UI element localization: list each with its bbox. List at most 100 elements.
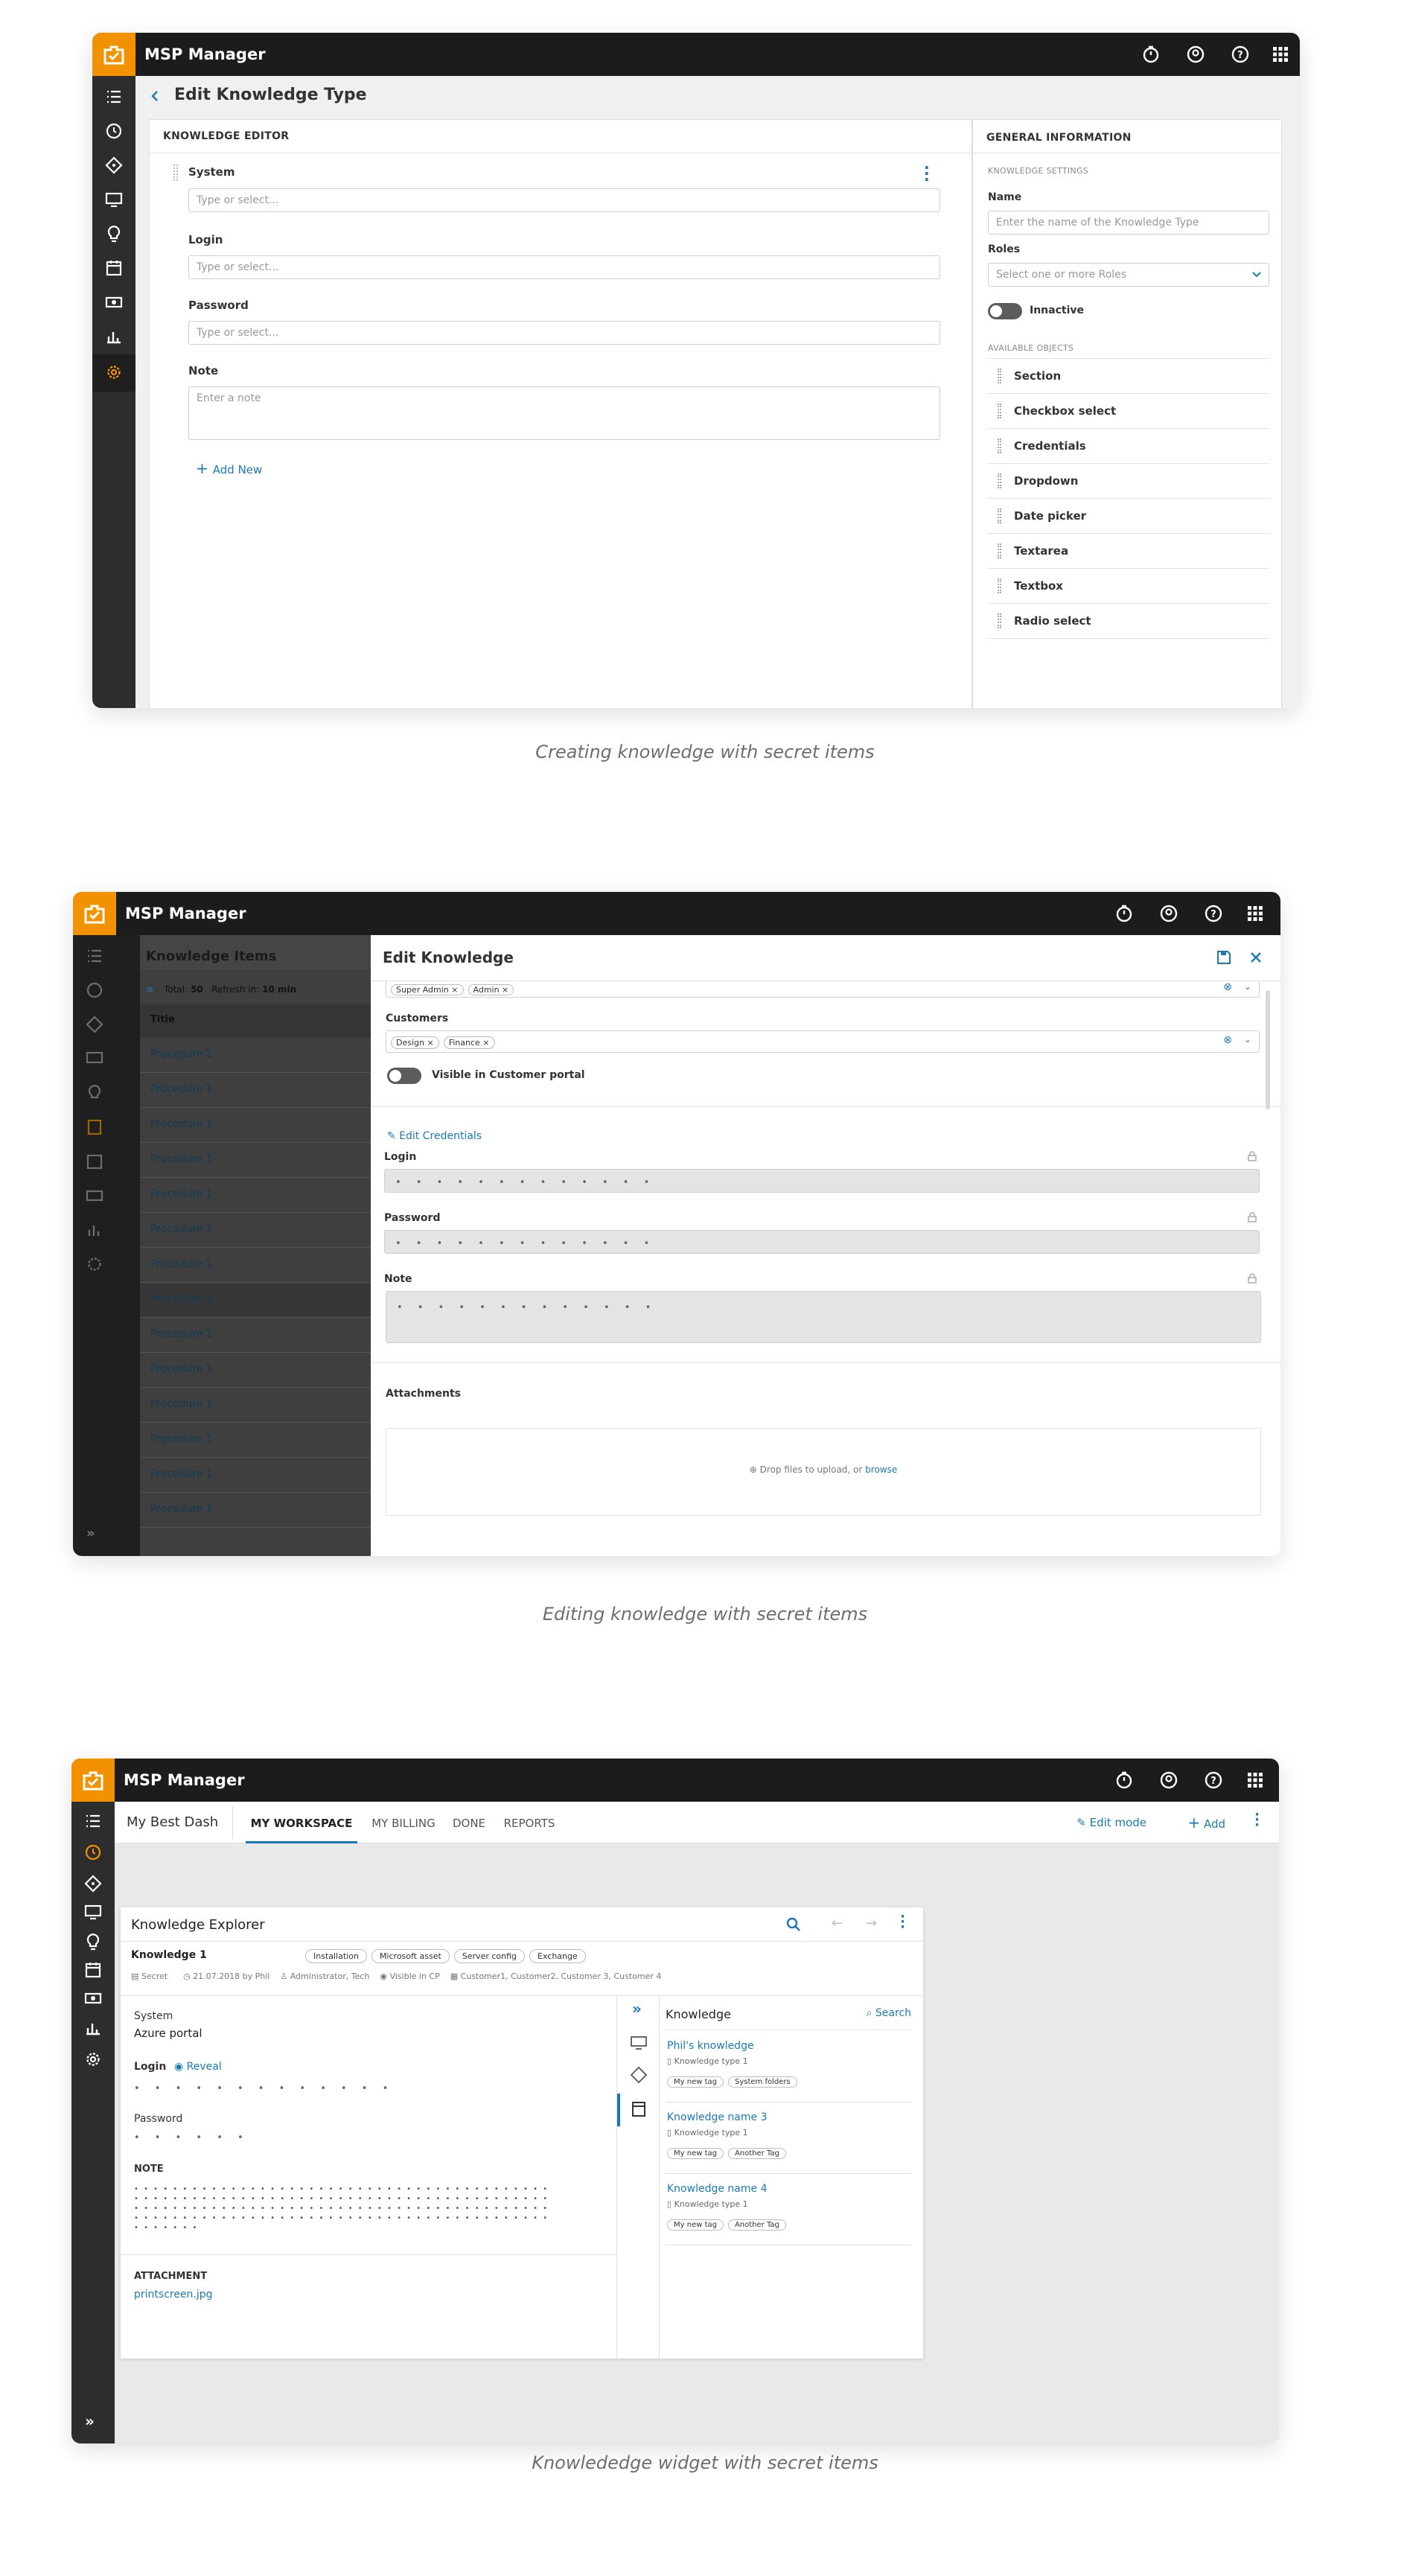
clock-icon[interactable] (105, 122, 123, 140)
system-input[interactable]: Type or select... (188, 188, 940, 212)
chevron-down-icon[interactable]: ⌄ (1244, 1034, 1251, 1045)
inactive-toggle[interactable] (988, 303, 1022, 319)
save-icon[interactable] (1216, 950, 1231, 965)
scrollbar[interactable] (1266, 990, 1270, 1109)
back-chevron-icon[interactable] (149, 89, 162, 103)
note-textarea[interactable]: Enter a note (188, 386, 940, 440)
timer-icon[interactable] (1142, 45, 1160, 63)
forward-arrow-icon[interactable]: → (866, 1916, 877, 1931)
tag[interactable]: Another Tag (727, 2148, 786, 2159)
list-icon[interactable] (105, 88, 123, 106)
login-input[interactable]: Type or select... (188, 255, 940, 279)
user-icon[interactable] (1187, 45, 1205, 63)
close-icon[interactable] (1249, 951, 1263, 964)
roles-multiselect[interactable]: Super Admin × Admin × ⊗ ⌄ (386, 981, 1260, 998)
tag[interactable]: Installation (305, 1949, 367, 1963)
expand-sidebar-icon[interactable]: » (85, 2412, 95, 2430)
reports-icon[interactable] (84, 2019, 102, 2037)
object-checkbox-select[interactable]: Checkbox select (988, 394, 1269, 429)
clock-icon[interactable] (84, 1843, 102, 1861)
add-new-link[interactable]: + Add New (196, 459, 262, 477)
app-logo[interactable] (92, 33, 135, 76)
object-date-picker[interactable]: Date picker (988, 499, 1269, 534)
item-title-link[interactable]: Knowledge name 4 (667, 2183, 767, 2195)
roles-select[interactable]: Select one or more Roles (988, 263, 1269, 287)
tag[interactable]: System folders (727, 2076, 797, 2088)
lightbulb-icon[interactable] (105, 225, 123, 243)
knowledge-icon[interactable] (631, 2101, 647, 2117)
help-icon[interactable]: ? (1205, 905, 1222, 922)
edit-credentials-link[interactable]: ✎ Edit Credentials (387, 1130, 482, 1142)
more-options-icon[interactable]: · · · (900, 1910, 905, 1934)
clear-icon[interactable]: ⊗ (1223, 981, 1232, 993)
more-options-icon[interactable]: · · · (924, 160, 930, 187)
lightbulb-icon[interactable] (84, 1933, 102, 1951)
object-dropdown[interactable]: Dropdown (988, 464, 1269, 499)
tag[interactable]: My new tag (667, 2219, 724, 2231)
calendar-icon[interactable] (84, 1961, 102, 1979)
timer-icon[interactable] (1115, 905, 1133, 922)
object-section[interactable]: Section (988, 359, 1269, 394)
add-button[interactable]: + Add (1187, 1814, 1225, 1831)
object-radio-select[interactable]: Radio select (988, 604, 1269, 639)
ticket-icon[interactable] (84, 1875, 102, 1893)
reveal-button[interactable]: ◉ Reveal (174, 2061, 222, 2073)
search-button[interactable]: ⌕ Search (867, 2007, 911, 2019)
ticket-icon[interactable] (631, 2067, 647, 2083)
tab-my-workspace[interactable]: MY WORKSPACE (246, 1802, 357, 1843)
tag[interactable]: Another Tag (727, 2219, 786, 2231)
list-item[interactable]: Knowledge name 3 ▯ Knowledge type 1 My n… (666, 2102, 911, 2174)
edit-mode-button[interactable]: ✎ Edit mode (1076, 1816, 1146, 1829)
chevron-down-icon[interactable]: ⌄ (1244, 981, 1251, 992)
billing-icon[interactable] (84, 1989, 102, 2007)
tag[interactable]: My new tag (667, 2148, 724, 2159)
timer-icon[interactable] (1115, 1771, 1133, 1789)
app-logo[interactable] (73, 892, 116, 935)
tab-done[interactable]: DONE (447, 1802, 491, 1843)
customers-multiselect[interactable]: Design × Finance × ⊗ ⌄ (386, 1030, 1260, 1053)
ticket-icon[interactable] (105, 156, 123, 174)
list-item[interactable]: Phil's knowledge ▯ Knowledge type 1 My n… (666, 2031, 911, 2102)
file-dropzone[interactable]: ⊕ Drop files to upload, or browse (386, 1428, 1261, 1516)
tab-my-billing[interactable]: MY BILLING (366, 1802, 441, 1843)
clear-icon[interactable]: ⊗ (1223, 1034, 1232, 1046)
tag[interactable]: My new tag (667, 2076, 724, 2088)
collapse-icon[interactable]: » (632, 2000, 642, 2018)
object-credentials[interactable]: Credentials (988, 429, 1269, 464)
user-icon[interactable] (1160, 905, 1178, 922)
user-icon[interactable] (1160, 1771, 1178, 1789)
billing-icon[interactable] (105, 293, 123, 311)
password-input[interactable]: Type or select... (188, 321, 940, 345)
monitor-icon[interactable] (84, 1903, 102, 1921)
browse-link[interactable]: browse (865, 1464, 897, 1475)
back-arrow-icon[interactable]: ← (832, 1916, 843, 1931)
drag-handle[interactable] (173, 165, 178, 181)
search-icon[interactable] (786, 1917, 801, 1932)
object-textarea[interactable]: Textarea (988, 534, 1269, 569)
monitor-icon[interactable] (105, 191, 123, 208)
dashboard-name[interactable]: My Best Dash (127, 1814, 218, 1830)
calendar-icon[interactable] (105, 259, 123, 277)
more-options-icon[interactable]: · · · (1254, 1808, 1260, 1832)
app-logo[interactable] (71, 1759, 115, 1802)
list-icon[interactable] (84, 1812, 102, 1830)
item-title-link[interactable]: Knowledge name 3 (667, 2111, 767, 2123)
monitor-icon[interactable] (631, 2035, 647, 2050)
help-icon[interactable]: ? (1205, 1771, 1222, 1789)
name-input[interactable]: Enter the name of the Knowledge Type (988, 211, 1269, 235)
attachment-file-link[interactable]: printscreen.jpg (134, 2289, 213, 2301)
visible-in-portal-toggle[interactable] (387, 1068, 421, 1084)
tag[interactable]: Microsoft asset (371, 1949, 450, 1963)
help-icon[interactable]: ? (1231, 45, 1249, 63)
apps-grid-icon[interactable] (1246, 1771, 1264, 1789)
settings-icon[interactable] (84, 2050, 102, 2068)
tag[interactable]: Exchange (529, 1949, 586, 1963)
tag[interactable]: Server config (453, 1949, 526, 1963)
apps-grid-icon[interactable] (1246, 905, 1264, 922)
object-textbox[interactable]: Textbox (988, 569, 1269, 604)
item-title-link[interactable]: Phil's knowledge (667, 2040, 754, 2052)
list-item[interactable]: Knowledge name 4 ▯ Knowledge type 1 My n… (666, 2174, 911, 2245)
tab-reports[interactable]: REPORTS (496, 1802, 563, 1843)
reports-icon[interactable] (105, 328, 123, 345)
apps-grid-icon[interactable] (1272, 45, 1289, 63)
